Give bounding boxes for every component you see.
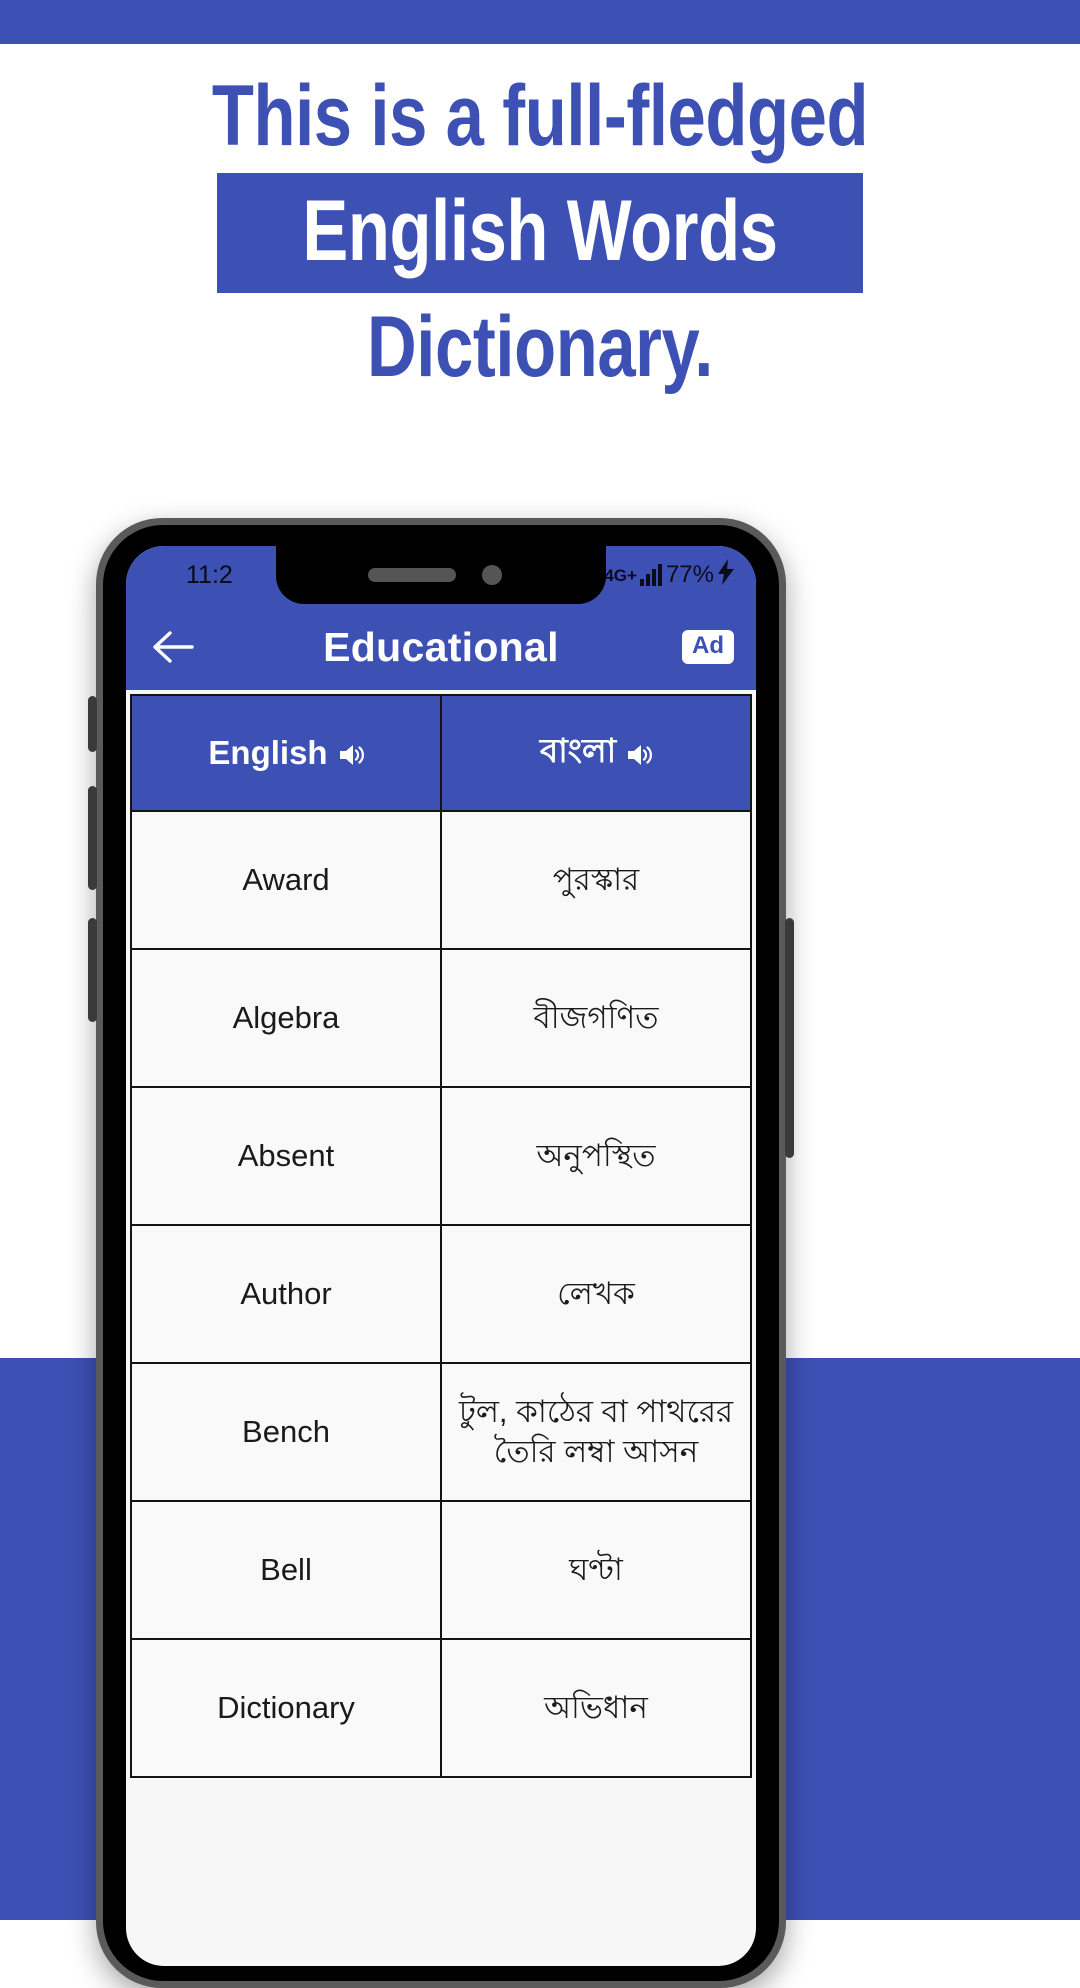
front-camera-icon xyxy=(482,565,502,585)
table-row[interactable]: Bell ঘণ্টা xyxy=(130,1500,752,1640)
cell-english: Bench xyxy=(130,1362,442,1502)
cell-bangla: ঘণ্টা xyxy=(440,1500,752,1640)
cell-english: Dictionary xyxy=(130,1638,442,1778)
phone-volume-up-button[interactable] xyxy=(88,786,97,890)
back-arrow-icon[interactable] xyxy=(144,619,200,675)
table-row[interactable]: Bench টুল, কাঠের বা পাথরের তৈরি লম্বা আসন xyxy=(130,1362,752,1502)
table-row[interactable]: Absent অনুপস্থিত xyxy=(130,1086,752,1226)
cell-bangla: পুরস্কার xyxy=(440,810,752,950)
dictionary-table-head: English বাংলা xyxy=(130,694,752,812)
speaker-icon-english[interactable] xyxy=(338,740,364,766)
phone-volume-down-button[interactable] xyxy=(88,918,97,1022)
speaker-icon-bangla[interactable] xyxy=(626,740,653,766)
table-row[interactable]: Algebra বীজগণিত xyxy=(130,948,752,1088)
network-type-label: 4G+ xyxy=(604,565,637,585)
phone-mockup: 11:2 4G+ 77% Educational Ad English বাংল… xyxy=(88,518,794,1988)
cell-english: Bell xyxy=(130,1500,442,1640)
promo-headline-line-1: This is a full-fledged xyxy=(211,68,869,164)
cell-bangla: অনুপস্থিত xyxy=(440,1086,752,1226)
table-header-row: English বাংলা xyxy=(130,694,752,812)
promo-headline-highlight-box: English Words xyxy=(217,173,863,293)
column-header-english-label: English xyxy=(208,734,328,771)
battery-percent-label: 77% xyxy=(665,561,714,588)
cell-english: Award xyxy=(130,810,442,950)
cell-bangla: লেখক xyxy=(440,1224,752,1364)
signal-bars-icon xyxy=(639,564,662,586)
promo-headline-highlight-row: English Words xyxy=(0,173,1080,293)
cell-english: Absent xyxy=(130,1086,442,1226)
dictionary-table-container[interactable]: English বাংলা Award পুরস্কার Algebra বীজ… xyxy=(126,690,756,1778)
table-row[interactable]: Award পুরস্কার xyxy=(130,810,752,950)
dictionary-table-body: Award পুরস্কার Algebra বীজগণিত Absent অনুপস্থ… xyxy=(130,810,752,1778)
ad-badge[interactable]: Ad xyxy=(682,630,734,664)
cell-bangla: অভিধান xyxy=(440,1638,752,1778)
app-bar: Educational Ad xyxy=(126,604,756,690)
column-header-bangla[interactable]: বাংলা xyxy=(440,694,752,812)
phone-notch xyxy=(276,546,606,604)
charging-bolt-icon xyxy=(718,558,734,592)
dictionary-table: English বাংলা Award পুরস্কার Algebra বীজ… xyxy=(130,694,752,1778)
promo-headline-line-3: Dictionary. xyxy=(366,298,714,395)
page-title: Educational xyxy=(323,623,559,670)
promo-headline: This is a full-fledged English Words Dic… xyxy=(0,68,1080,395)
phone-power-button[interactable] xyxy=(785,918,794,1158)
cell-english: Algebra xyxy=(130,948,442,1088)
table-row[interactable]: Dictionary অভিধান xyxy=(130,1638,752,1778)
promo-headline-line-2: English Words xyxy=(302,183,778,280)
table-row[interactable]: Author লেখক xyxy=(130,1224,752,1364)
top-accent-band xyxy=(0,0,1080,44)
phone-mute-switch[interactable] xyxy=(88,696,97,752)
column-header-bangla-label: বাংলা xyxy=(539,732,617,769)
cell-bangla: বীজগণিত xyxy=(440,948,752,1088)
status-indicators: 4G+ 77% xyxy=(604,558,740,592)
column-header-english[interactable]: English xyxy=(130,694,442,812)
cell-bangla: টুল, কাঠের বা পাথরের তৈরি লম্বা আসন xyxy=(440,1362,752,1502)
phone-screen: 11:2 4G+ 77% Educational Ad English বাংল… xyxy=(126,546,756,1966)
earpiece-speaker-icon xyxy=(368,568,456,582)
cell-english: Author xyxy=(130,1224,442,1364)
status-time: 11:2 xyxy=(186,560,233,589)
